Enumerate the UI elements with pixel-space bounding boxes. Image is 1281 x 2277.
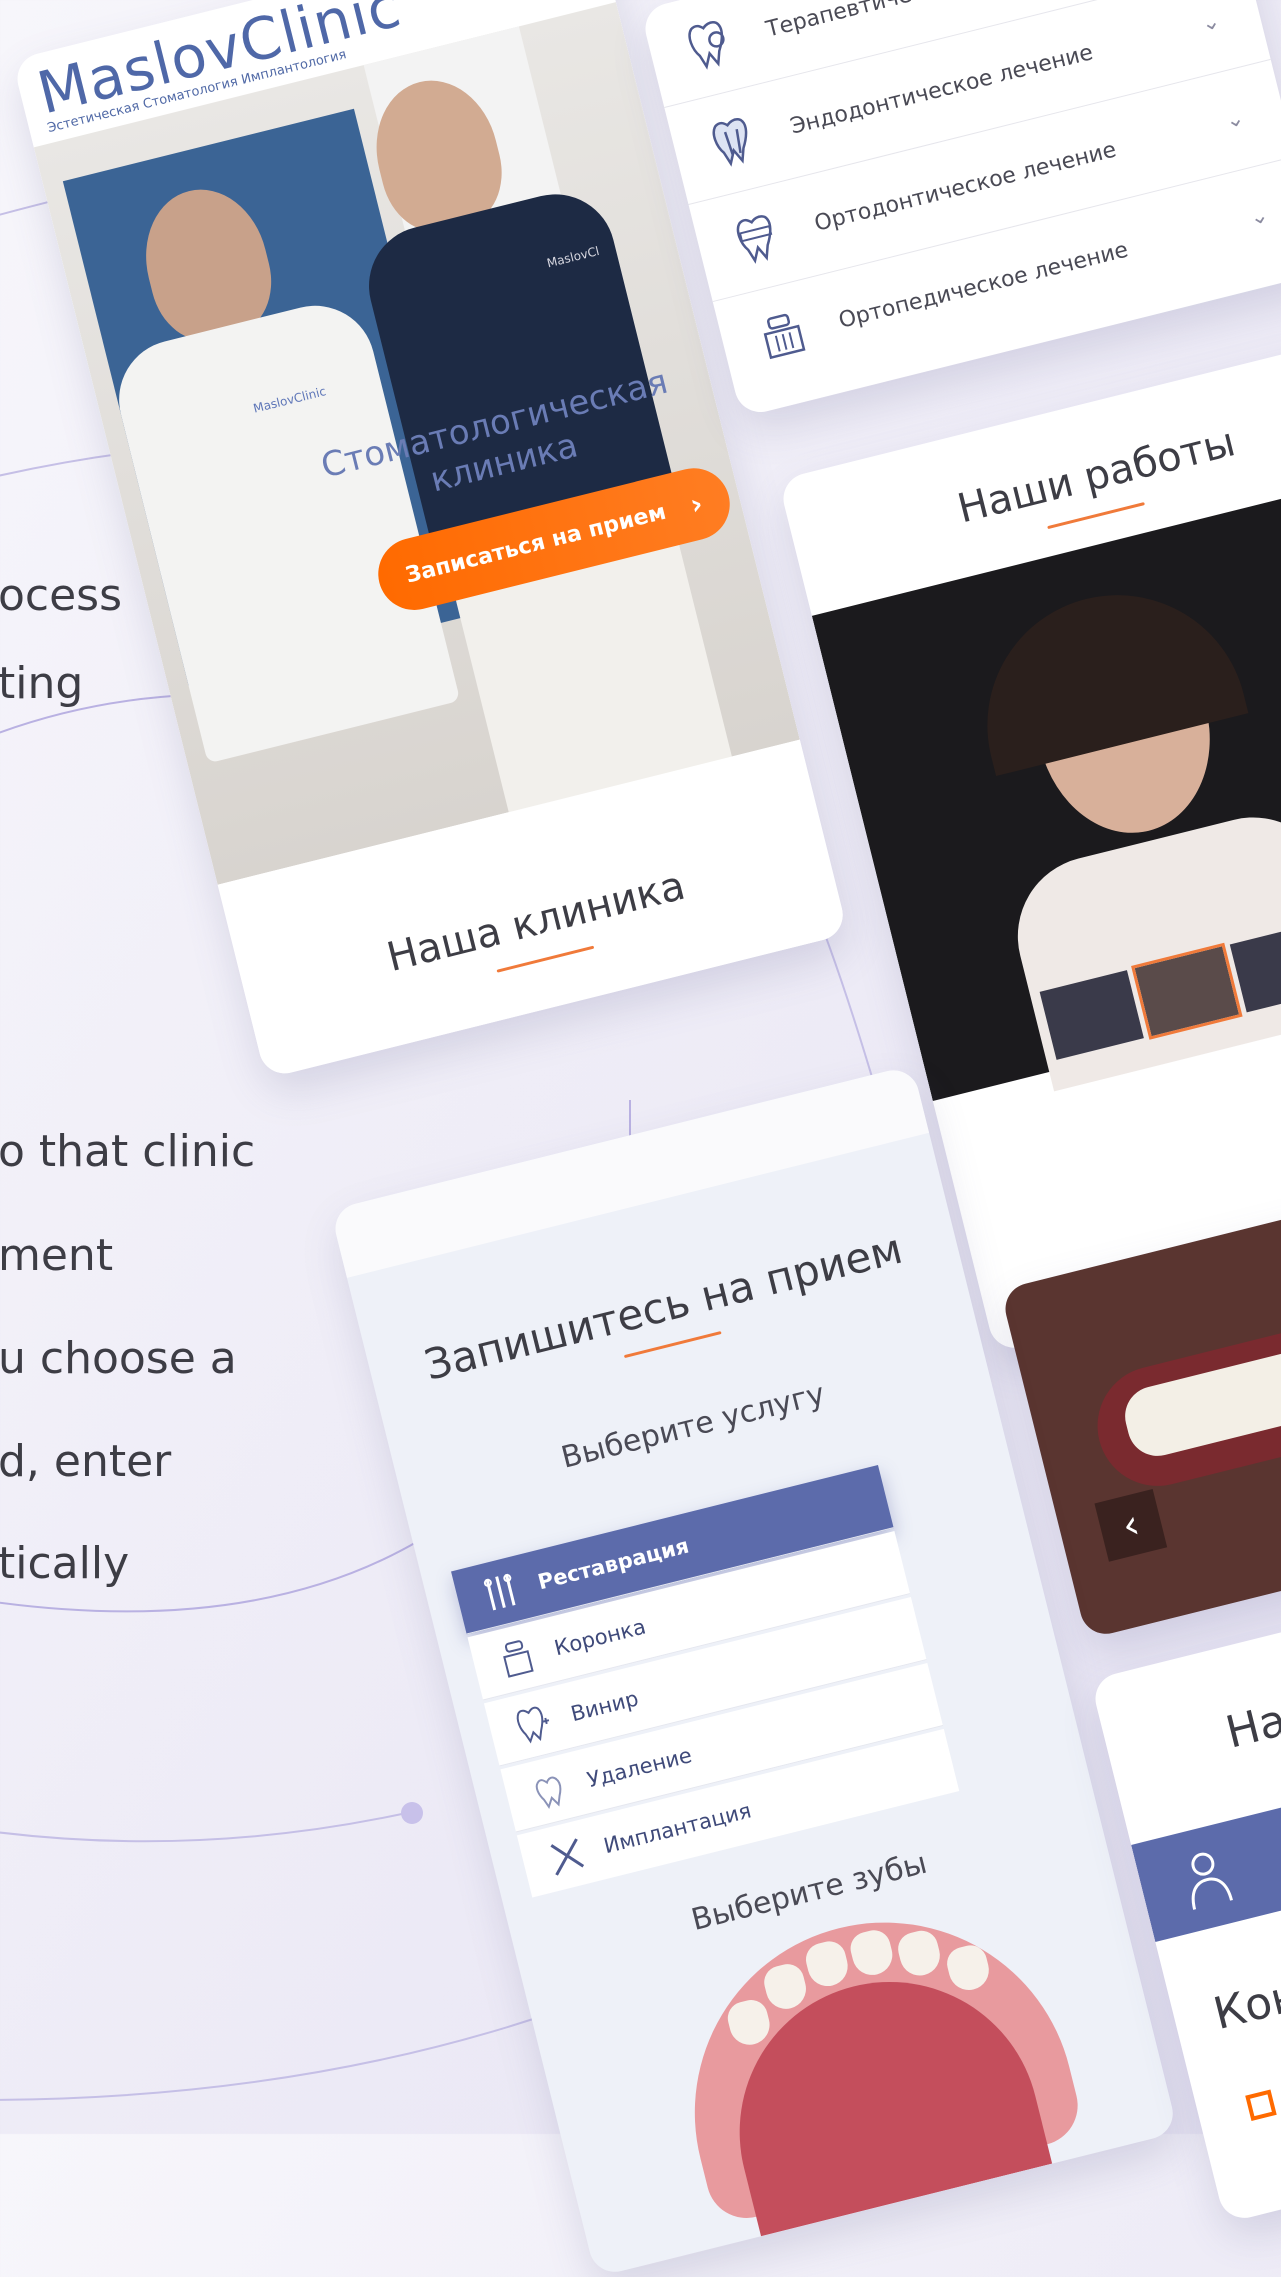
teeth-selector[interactable] bbox=[654, 1882, 1087, 2237]
left-text-line: tically bbox=[0, 1538, 130, 1589]
bullet-square-icon bbox=[1245, 2089, 1277, 2122]
dental-tools-icon bbox=[471, 1567, 529, 1618]
left-text-line: ting bbox=[0, 658, 84, 709]
left-text-line: u choose a bbox=[0, 1333, 237, 1384]
option-label: Реставрация bbox=[535, 1533, 692, 1595]
left-text-line: ment bbox=[0, 1230, 114, 1281]
implant-tools-icon bbox=[537, 1831, 595, 1882]
option-label: Удаление bbox=[584, 1743, 695, 1793]
decor-dot bbox=[401, 1802, 423, 1824]
tooth-root-icon bbox=[698, 105, 771, 178]
tooth[interactable] bbox=[760, 1960, 811, 2014]
doctor-icon bbox=[1175, 1843, 1239, 1917]
tooth[interactable] bbox=[724, 1996, 774, 2049]
prev-slide-button[interactable]: ‹ bbox=[1094, 1488, 1168, 1562]
contacts-title: Кон bbox=[1208, 1969, 1281, 2041]
option-label: Коронка bbox=[551, 1614, 649, 1661]
tooth-search-icon bbox=[674, 8, 747, 81]
tooth[interactable] bbox=[943, 1941, 994, 1995]
contact-item: П bbox=[1245, 2081, 1281, 2122]
veneer-icon bbox=[504, 1699, 562, 1750]
tooth[interactable] bbox=[847, 1926, 897, 1980]
option-label: Винир bbox=[568, 1686, 641, 1727]
left-text-line: d, enter bbox=[0, 1436, 172, 1487]
tooth[interactable] bbox=[802, 1937, 852, 1991]
left-text-line: o that clinic bbox=[0, 1126, 256, 1177]
tooth[interactable] bbox=[894, 1927, 945, 1980]
crown-icon bbox=[747, 299, 820, 372]
doctor-tab-active[interactable] bbox=[1131, 1743, 1281, 1942]
crown-icon bbox=[488, 1633, 546, 1684]
tooth-extraction-icon bbox=[521, 1765, 579, 1816]
chevron-left-icon: ‹ bbox=[1117, 1501, 1145, 1550]
braces-icon bbox=[722, 202, 795, 275]
chevron-right-icon: › bbox=[686, 486, 706, 522]
left-text-line: ocess bbox=[0, 570, 123, 621]
option-label: Имплантация bbox=[601, 1798, 754, 1859]
palate bbox=[707, 1950, 1053, 2237]
section-title-doctors: На bbox=[1220, 1694, 1281, 1759]
